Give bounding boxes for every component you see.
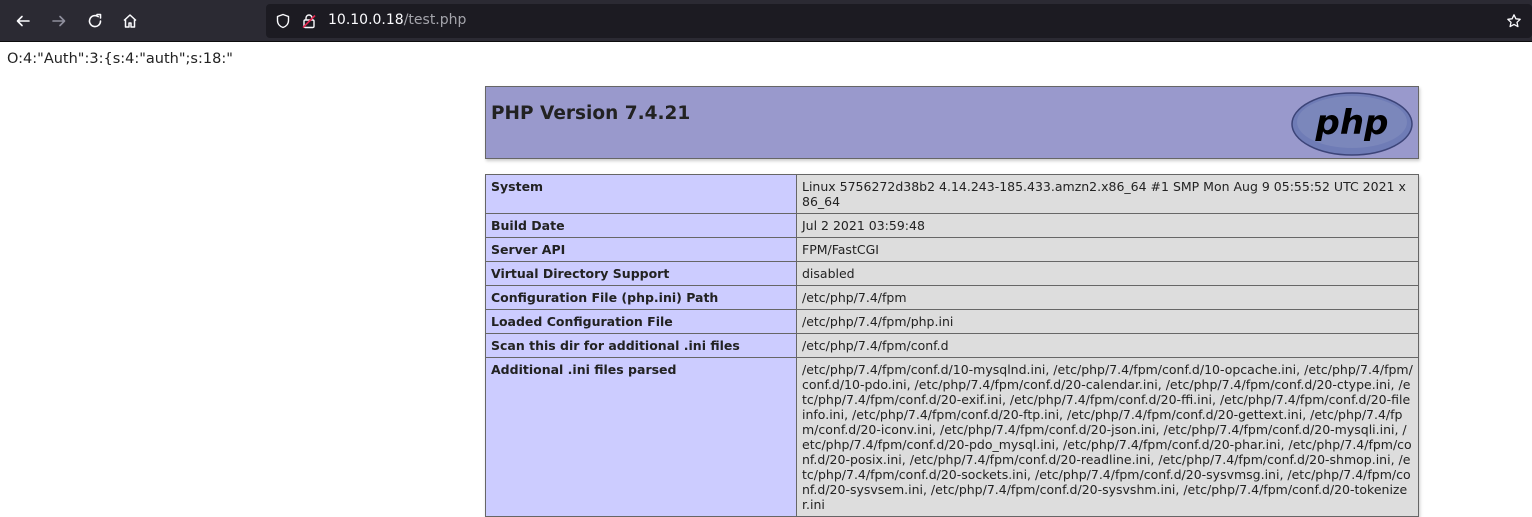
php-version-header: PHP Version 7.4.21 php — [485, 86, 1419, 159]
reload-button[interactable] — [80, 6, 110, 36]
info-key-cell: System — [485, 174, 797, 214]
info-value-cell: /etc/php/7.4/fpm — [796, 285, 1419, 310]
table-row: Scan this dir for additional .ini files /… — [485, 333, 1419, 358]
phpinfo-container: PHP Version 7.4.21 php System Linux 57562… — [485, 86, 1419, 517]
php-logo-text: php — [1315, 103, 1389, 143]
info-key-cell: Scan this dir for additional .ini files — [485, 333, 797, 358]
browser-toolbar: 10.10.0.18/test.php — [0, 0, 1532, 42]
forward-button[interactable] — [44, 6, 74, 36]
info-key-cell: Server API — [485, 237, 797, 262]
php-version-title: PHP Version 7.4.21 — [491, 103, 691, 124]
home-button[interactable] — [115, 6, 145, 36]
url-path: /test.php — [403, 12, 467, 28]
back-arrow-icon — [16, 15, 30, 27]
info-value-cell: FPM/FastCGI — [796, 237, 1419, 262]
url-text[interactable]: 10.10.0.18/test.php — [328, 12, 466, 28]
table-row: Loaded Configuration File/etc/php/7.4/fp… — [485, 309, 1419, 334]
star-icon[interactable] — [1506, 13, 1522, 29]
info-key-cell: Virtual Directory Support — [485, 261, 797, 286]
home-icon — [123, 14, 137, 28]
table-row: Virtual Directory Support disabled — [485, 261, 1419, 286]
phpinfo-table: System Linux 5756272d38b2 4.14.243-185.43… — [485, 174, 1419, 517]
info-value-cell: /etc/php/7.4/fpm/php.ini — [796, 309, 1419, 334]
url-host: 10.10.0.18 — [328, 12, 404, 28]
info-value-cell: /etc/php/7.4/fpm/conf.d — [796, 333, 1419, 358]
table-row: Server API FPM/FastCGI — [485, 237, 1419, 262]
serialized-output-text: O:4:"Auth":3:{s:4:"auth";s:18:" — [7, 51, 233, 67]
table-row: Additional .ini files parsed/etc/php/7.4… — [485, 357, 1419, 517]
reload-icon — [88, 13, 102, 28]
info-value-cell: Linux 5756272d38b2 4.14.243-185.433.amzn… — [796, 174, 1419, 214]
php-logo[interactable]: php — [1291, 92, 1413, 156]
lock-icon[interactable] — [301, 13, 317, 29]
shield-icon[interactable] — [275, 13, 291, 29]
info-value-cell: /etc/php/7.4/fpm/conf.d/10-mysqlnd.ini, … — [796, 357, 1419, 517]
info-key-cell: Additional .ini files parsed — [485, 357, 797, 517]
table-row: Configuration File (php.ini) Path/etc/ph… — [485, 285, 1419, 310]
table-row: System Linux 5756272d38b2 4.14.243-185.43… — [485, 174, 1419, 214]
back-button[interactable] — [8, 6, 38, 36]
info-value-cell: Jul 2 2021 03:59:48 — [796, 213, 1419, 238]
forward-arrow-icon — [52, 15, 66, 27]
info-key-cell: Configuration File (php.ini) Path — [485, 285, 797, 310]
info-value-cell: disabled — [796, 261, 1419, 286]
info-key-cell: Loaded Configuration File — [485, 309, 797, 334]
info-key-cell: Build Date — [485, 213, 797, 238]
table-row: Build Date Jul 2 2021 03:59:48 — [485, 213, 1419, 238]
url-bar[interactable]: 10.10.0.18/test.php — [266, 4, 1532, 38]
